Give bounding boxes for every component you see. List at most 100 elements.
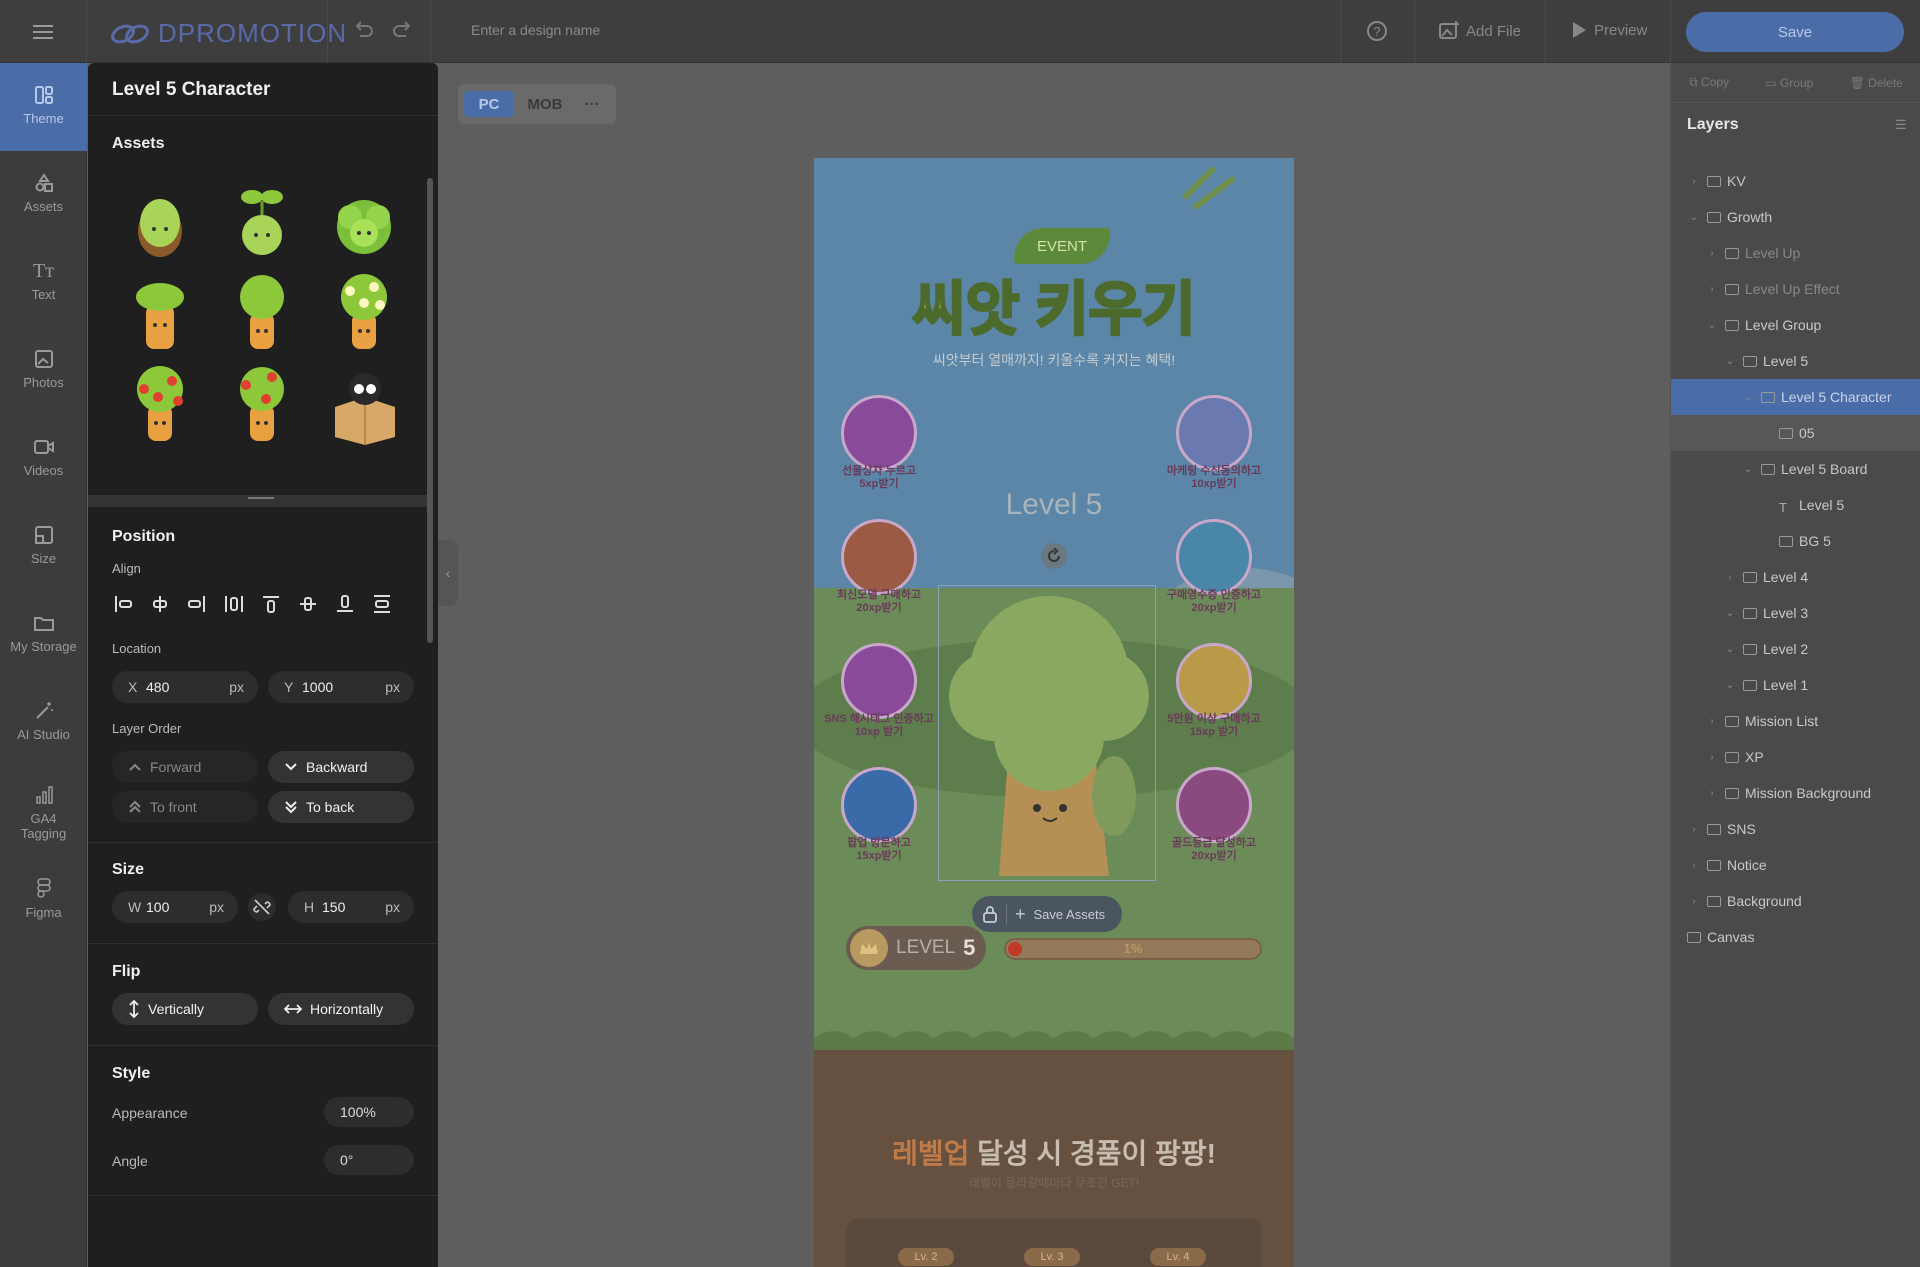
layer-item[interactable]: ⌄ Growth xyxy=(1671,199,1920,235)
chevron-right-icon[interactable]: › xyxy=(1705,716,1719,727)
layer-item[interactable]: BG 5 xyxy=(1671,523,1920,559)
asset-bush[interactable] xyxy=(324,179,404,259)
asset-box-cat[interactable] xyxy=(324,365,404,445)
rail-size[interactable]: Size xyxy=(0,525,87,566)
layer-item[interactable]: › Mission Background xyxy=(1671,775,1920,811)
flip-horizontal-button[interactable]: Horizontally xyxy=(268,993,414,1025)
align-left-icon[interactable] xyxy=(112,593,133,614)
rail-text[interactable]: Tт Text xyxy=(0,261,87,302)
align-center-h-icon[interactable] xyxy=(149,593,170,614)
delete-button[interactable]: 🗑 Delete xyxy=(1850,76,1903,90)
mission-item[interactable]: 선물상자 누르고 5xp받기 xyxy=(814,395,944,505)
asset-seed[interactable] xyxy=(120,179,200,259)
asset-purple-ball[interactable] xyxy=(324,455,404,495)
distribute-h-icon[interactable] xyxy=(223,593,244,614)
chevron-down-icon[interactable]: ⌄ xyxy=(1741,464,1755,475)
align-right-icon[interactable] xyxy=(186,593,207,614)
logo[interactable]: DPROMOTION xyxy=(110,18,347,49)
layer-item[interactable]: › Background xyxy=(1671,883,1920,919)
mission-item[interactable]: 골드등급 달성하고 20xp받기 xyxy=(1149,767,1279,877)
aspect-lock-unlinked-icon[interactable] xyxy=(248,893,276,921)
collapse-panel-button[interactable]: ‹ xyxy=(438,540,458,606)
layer-item[interactable]: › Level Up Effect xyxy=(1671,271,1920,307)
asset-young-tree[interactable] xyxy=(222,273,302,353)
rotate-handle-icon[interactable] xyxy=(1041,543,1067,569)
design-canvas[interactable]: EVENT 씨앗 키우기 씨앗부터 열매까지! 키울수록 커지는 혜택! Lev… xyxy=(814,158,1294,1267)
level-tab[interactable]: Lv. 3 xyxy=(1024,1248,1080,1266)
asset-sprout[interactable] xyxy=(222,179,302,259)
mission-item[interactable]: SNS 해시태그 인증하고 10xp 받기 xyxy=(814,643,944,753)
undo-icon[interactable] xyxy=(352,18,374,45)
asset-fruit-tree-2[interactable] xyxy=(222,365,302,445)
mission-item[interactable]: 최신모델 구매하고 20xp받기 xyxy=(814,519,944,629)
chevron-down-icon[interactable]: ⌄ xyxy=(1723,680,1737,691)
rail-my-storage[interactable]: My Storage xyxy=(0,613,87,654)
chevron-down-icon[interactable]: ⌄ xyxy=(1723,608,1737,619)
x-field[interactable]: X 480 px xyxy=(112,671,258,703)
layer-item[interactable]: › KV xyxy=(1671,163,1920,199)
backward-button[interactable]: Backward xyxy=(268,751,414,783)
align-center-v-icon[interactable] xyxy=(297,593,318,614)
chevron-right-icon[interactable]: › xyxy=(1723,572,1737,583)
mission-item[interactable]: 팝업 방문하고 15xp받기 xyxy=(814,767,944,877)
rail-ai-studio[interactable]: AI Studio xyxy=(0,701,87,742)
copy-button[interactable]: ⧉ Copy xyxy=(1689,75,1729,90)
layer-item[interactable]: ⌄ Level 2 xyxy=(1671,631,1920,667)
asset-fruit-tree[interactable] xyxy=(120,365,200,445)
rail-figma[interactable]: Figma xyxy=(0,877,87,920)
layer-item[interactable]: ⌄ Level 5 xyxy=(1671,343,1920,379)
angle-field[interactable]: 0° xyxy=(324,1145,414,1175)
width-field[interactable]: W 100 px xyxy=(112,891,238,923)
redo-icon[interactable] xyxy=(392,18,414,45)
panel-resize-handle[interactable] xyxy=(88,495,432,507)
layer-item[interactable]: › XP xyxy=(1671,739,1920,775)
tab-pc[interactable]: PC xyxy=(464,91,514,117)
chevron-right-icon[interactable]: › xyxy=(1687,860,1701,871)
group-button[interactable]: ▭ Group xyxy=(1765,76,1813,90)
rail-assets[interactable]: Assets xyxy=(0,173,87,214)
rail-videos[interactable]: Videos xyxy=(0,437,87,478)
selected-character[interactable] xyxy=(938,585,1156,881)
save-assets-button[interactable]: + Save Assets xyxy=(972,896,1122,932)
layer-item[interactable]: T Level 5 xyxy=(1671,487,1920,523)
layer-item[interactable]: ⌄ Level 5 Character xyxy=(1671,379,1920,415)
chevron-down-icon[interactable]: ⌄ xyxy=(1723,356,1737,367)
chevron-down-icon[interactable]: ⌄ xyxy=(1705,320,1719,331)
preview-button[interactable]: Preview xyxy=(1570,20,1647,40)
design-name-input[interactable]: Enter a design name xyxy=(471,22,600,38)
rail-photos[interactable]: Photos xyxy=(0,349,87,390)
layer-item[interactable]: ⌄ Level Group xyxy=(1671,307,1920,343)
mission-item[interactable]: 5만원 이상 구매하고 15xp 받기 xyxy=(1149,643,1279,753)
align-bottom-icon[interactable] xyxy=(334,593,355,614)
more-options-icon[interactable]: ··· xyxy=(574,91,610,117)
chevron-right-icon[interactable]: › xyxy=(1705,284,1719,295)
layer-item[interactable]: › Notice xyxy=(1671,847,1920,883)
hamburger-menu-icon[interactable] xyxy=(0,0,87,63)
chevron-right-icon[interactable]: › xyxy=(1687,896,1701,907)
height-field[interactable]: H 150 px xyxy=(288,891,414,923)
layer-item[interactable]: › Level 4 xyxy=(1671,559,1920,595)
save-button[interactable]: Save xyxy=(1686,12,1904,52)
asset-big-tree[interactable] xyxy=(120,455,200,495)
appearance-field[interactable]: 100% xyxy=(324,1097,414,1127)
asset-sapling[interactable] xyxy=(120,273,200,353)
panel-scrollbar[interactable] xyxy=(427,178,433,643)
collapse-all-icon[interactable]: ☰ xyxy=(1895,117,1907,133)
y-field[interactable]: Y 1000 px xyxy=(268,671,414,703)
layer-item[interactable]: 05 xyxy=(1671,415,1920,451)
layer-item[interactable]: ⌄ Level 3 xyxy=(1671,595,1920,631)
asset-flower-tree[interactable] xyxy=(324,273,404,353)
chevron-down-icon[interactable]: ⌄ xyxy=(1687,212,1701,223)
layer-item[interactable]: Canvas xyxy=(1671,919,1920,955)
layer-item[interactable]: › Mission List xyxy=(1671,703,1920,739)
chevron-right-icon[interactable]: › xyxy=(1687,824,1701,835)
chevron-right-icon[interactable]: › xyxy=(1687,176,1701,187)
layer-item[interactable]: ⌄ Level 5 Board xyxy=(1671,451,1920,487)
level-tab[interactable]: Lv. 4 xyxy=(1150,1248,1206,1266)
layer-item[interactable]: ⌄ Level 1 xyxy=(1671,667,1920,703)
rail-ga4-tagging[interactable]: GA4 Tagging xyxy=(0,785,87,841)
layer-item[interactable]: › SNS xyxy=(1671,811,1920,847)
forward-button[interactable]: Forward xyxy=(112,751,258,783)
help-icon[interactable]: ? xyxy=(1366,20,1388,47)
chevron-right-icon[interactable]: › xyxy=(1705,788,1719,799)
